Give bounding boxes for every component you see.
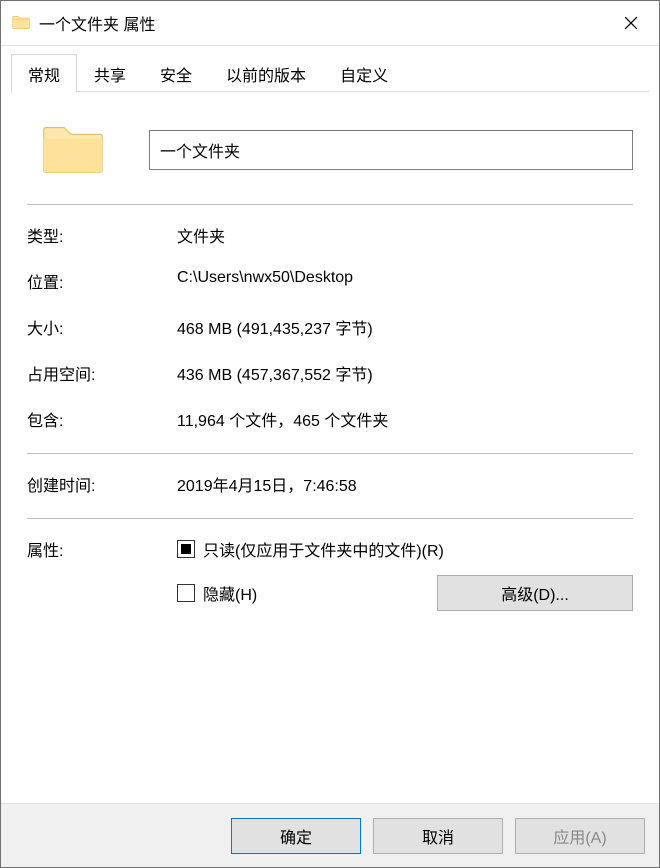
tab-previous-versions[interactable]: 以前的版本 bbox=[209, 54, 323, 92]
label-contains: 包含: bbox=[27, 407, 177, 431]
value-type: 文件夹 bbox=[177, 223, 633, 247]
divider bbox=[27, 204, 633, 205]
apply-button[interactable]: 应用(A) bbox=[515, 818, 645, 854]
value-size: 468 MB (491,435,237 字节) bbox=[177, 315, 633, 339]
row-type: 类型: 文件夹 bbox=[27, 223, 633, 247]
row-size: 大小: 468 MB (491,435,237 字节) bbox=[27, 315, 633, 339]
cancel-button[interactable]: 取消 bbox=[373, 818, 503, 854]
hidden-row: 隐藏(H) bbox=[177, 581, 257, 605]
dialog-footer: 确定 取消 应用(A) bbox=[1, 803, 659, 867]
name-row bbox=[27, 114, 633, 186]
row-contains: 包含: 11,964 个文件，465 个文件夹 bbox=[27, 407, 633, 431]
value-contains: 11,964 个文件，465 个文件夹 bbox=[177, 407, 633, 431]
row-created: 创建时间: 2019年4月15日，7:46:58 bbox=[27, 472, 633, 496]
row-location: 位置: C:\Users\nwx50\Desktop bbox=[27, 269, 633, 293]
readonly-label: 只读(仅应用于文件夹中的文件)(R) bbox=[203, 537, 444, 561]
value-created: 2019年4月15日，7:46:58 bbox=[177, 472, 633, 496]
label-size: 大小: bbox=[27, 315, 177, 339]
readonly-row: 只读(仅应用于文件夹中的文件)(R) bbox=[177, 537, 633, 561]
folder-large-icon bbox=[37, 114, 109, 186]
properties-dialog: 一个文件夹 属性 常规 共享 安全 以前的版本 自定义 类型: 文件夹 bbox=[0, 0, 660, 868]
tab-sharing[interactable]: 共享 bbox=[77, 54, 143, 92]
hidden-advanced-row: 隐藏(H) 高级(D)... bbox=[177, 575, 633, 611]
label-size-on-disk: 占用空间: bbox=[27, 361, 177, 385]
ok-button[interactable]: 确定 bbox=[231, 818, 361, 854]
tab-security[interactable]: 安全 bbox=[143, 54, 209, 92]
label-location: 位置: bbox=[27, 269, 177, 293]
value-size-on-disk: 436 MB (457,367,552 字节) bbox=[177, 361, 633, 385]
folder-icon bbox=[11, 13, 31, 33]
label-created: 创建时间: bbox=[27, 472, 177, 496]
row-size-on-disk: 占用空间: 436 MB (457,367,552 字节) bbox=[27, 361, 633, 385]
tab-strip: 常规 共享 安全 以前的版本 自定义 bbox=[1, 46, 659, 92]
hidden-checkbox[interactable] bbox=[177, 584, 195, 602]
title-bar: 一个文件夹 属性 bbox=[1, 1, 659, 46]
value-location: C:\Users\nwx50\Desktop bbox=[177, 269, 633, 293]
close-icon bbox=[624, 16, 638, 30]
row-attributes: 属性: 只读(仅应用于文件夹中的文件)(R) 隐藏(H) 高级(D)... bbox=[27, 537, 633, 611]
divider bbox=[27, 453, 633, 454]
folder-name-input[interactable] bbox=[149, 130, 633, 170]
window-title: 一个文件夹 属性 bbox=[39, 11, 603, 35]
attribute-controls: 只读(仅应用于文件夹中的文件)(R) 隐藏(H) 高级(D)... bbox=[177, 537, 633, 611]
tab-customize[interactable]: 自定义 bbox=[323, 54, 405, 92]
label-type: 类型: bbox=[27, 223, 177, 247]
close-button[interactable] bbox=[603, 1, 659, 46]
hidden-label: 隐藏(H) bbox=[203, 581, 257, 605]
divider bbox=[27, 518, 633, 519]
tab-content-general: 类型: 文件夹 位置: C:\Users\nwx50\Desktop 大小: 4… bbox=[1, 92, 659, 803]
tab-general[interactable]: 常规 bbox=[11, 54, 77, 93]
readonly-checkbox[interactable] bbox=[177, 540, 195, 558]
label-attributes: 属性: bbox=[27, 537, 177, 611]
advanced-button[interactable]: 高级(D)... bbox=[437, 575, 633, 611]
